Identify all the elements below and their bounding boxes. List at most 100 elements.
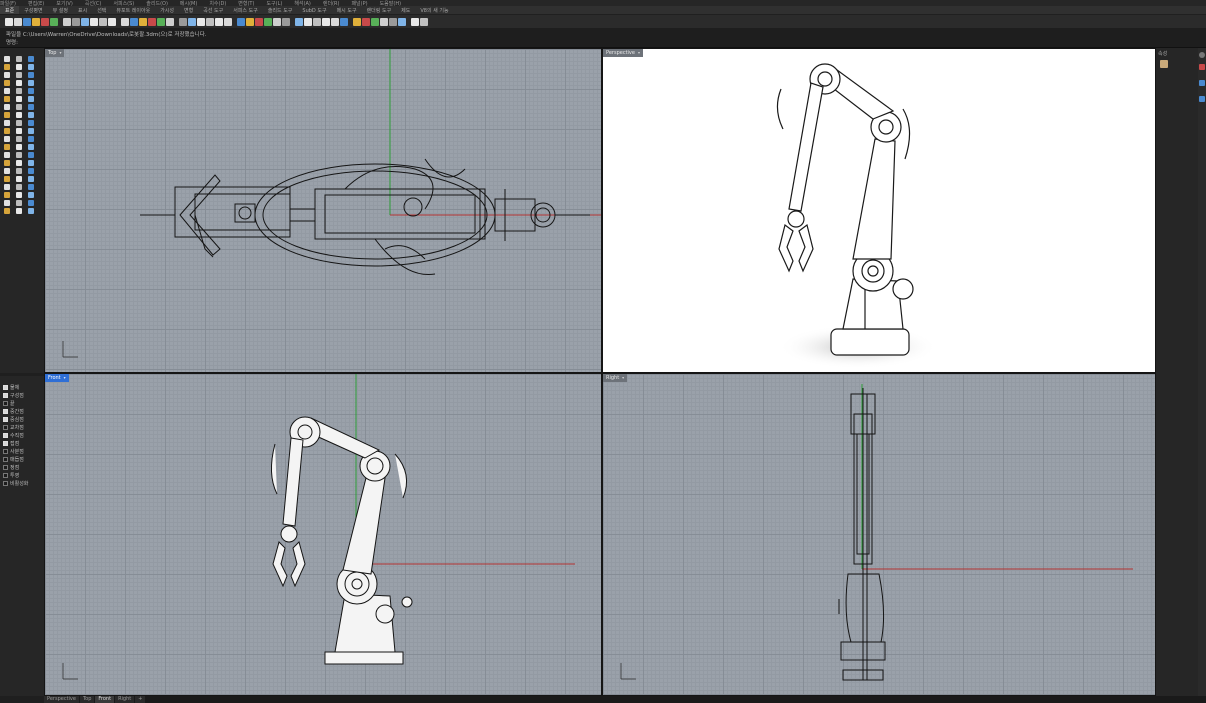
tool-icon[interactable] [4,80,10,86]
toolbar-tab[interactable]: 서피스 도구 [228,6,263,14]
tool-icon[interactable] [16,120,22,126]
toolbar-icon[interactable] [188,17,196,26]
tool-icon[interactable] [28,104,34,110]
toolbar-tab[interactable]: 제도 [396,6,415,14]
tool-icon[interactable] [16,96,22,102]
toolbar-icon[interactable] [273,17,281,26]
tool-icon[interactable] [28,200,34,206]
toolbar-tab[interactable]: 선택 [92,6,111,14]
toolbar-tab[interactable]: 솔리드 도구 [263,6,298,14]
checkbox[interactable] [3,433,8,438]
viewport-top[interactable]: Top ▾ [44,48,602,373]
toolbar-icon[interactable] [32,17,40,26]
tool-icon[interactable] [4,128,10,134]
toolbar-icon[interactable] [255,17,263,26]
toolbar-icon[interactable] [215,17,223,26]
tool-icon[interactable] [16,144,22,150]
help-icon[interactable] [1199,96,1205,102]
toolbar-icon[interactable] [148,17,156,26]
toolbar-icon[interactable] [81,17,89,26]
checkbox[interactable] [3,481,8,486]
tool-icon[interactable] [16,200,22,206]
tool-icon[interactable] [28,208,34,214]
toolbar-icon[interactable] [411,17,419,26]
toolbar-icon[interactable] [246,17,254,26]
toolbar-tab[interactable]: 변형 [179,6,198,14]
tool-icon[interactable] [16,168,22,174]
toolbar-tab[interactable]: 구성평면 [19,6,47,14]
checkbox[interactable] [3,409,8,414]
tool-icon[interactable] [4,64,10,70]
tool-icon[interactable] [28,168,34,174]
tool-icon[interactable] [28,80,34,86]
toolbar-icon[interactable] [420,17,428,26]
toolbar-tab[interactable]: 곡선 도구 [198,6,228,14]
osnap-item[interactable]: 수직점 [3,432,24,439]
osnap-item[interactable]: 정점 [3,464,19,471]
tool-icon[interactable] [16,80,22,86]
tool-icon[interactable] [28,144,34,150]
toolbar-icon[interactable] [50,17,58,26]
toolbar-icon[interactable] [340,17,348,26]
tool-icon[interactable] [4,152,10,158]
tool-icon[interactable] [16,88,22,94]
toolbar-icon[interactable] [304,17,312,26]
toolbar-icon[interactable] [197,17,205,26]
tool-icon[interactable] [4,112,10,118]
tool-icon[interactable] [28,152,34,158]
toolbar-icon[interactable] [322,17,330,26]
tool-icon[interactable] [4,120,10,126]
viewport-tab[interactable]: Perspective [44,696,79,703]
toolbar-tab[interactable]: 표시 [73,6,92,14]
display-icon[interactable] [1199,80,1205,86]
tool-icon[interactable] [16,160,22,166]
toolbar-tab[interactable]: 메시 도구 [332,6,362,14]
tool-icon[interactable] [4,144,10,150]
viewport-tab-top[interactable]: Top ▾ [45,49,65,57]
material-icon[interactable] [1160,60,1168,68]
tool-icon[interactable] [4,136,10,142]
add-tab-icon[interactable]: + [135,696,146,703]
toolbar-icon[interactable] [331,17,339,26]
tool-icon[interactable] [4,184,10,190]
toolbar-tab[interactable]: SubD 도구 [297,6,331,14]
checkbox[interactable] [3,473,8,478]
toolbar-icon[interactable] [139,17,147,26]
tool-icon[interactable] [28,184,34,190]
toolbar-icon[interactable] [389,17,397,26]
tool-icon[interactable] [4,160,10,166]
tool-icon[interactable] [16,192,22,198]
tool-icon[interactable] [4,104,10,110]
osnap-item[interactable]: 접점 [3,440,19,447]
tool-icon[interactable] [4,72,10,78]
toolbar-tab[interactable]: 표준 [0,6,20,14]
viewport-tab[interactable]: Front [95,696,115,703]
tool-icon[interactable] [4,200,10,206]
viewport-tab-perspective[interactable]: Perspective ▾ [603,49,643,57]
toolbar-icon[interactable] [313,17,321,26]
tool-icon[interactable] [16,184,22,190]
viewport-tab-right[interactable]: Right ▾ [603,374,628,382]
toolbar-icon[interactable] [41,17,49,26]
toolbar-icon[interactable] [206,17,214,26]
chevron-down-icon[interactable]: ▾ [64,374,66,382]
tool-icon[interactable] [4,96,10,102]
gear-icon[interactable] [1199,52,1205,58]
osnap-item[interactable]: 투영 [3,472,19,479]
tool-icon[interactable] [28,64,34,70]
checkbox[interactable] [3,457,8,462]
tool-icon[interactable] [28,136,34,142]
osnap-item[interactable]: 매듭점 [3,456,24,463]
checkbox[interactable] [3,393,8,398]
viewport-front[interactable]: Front ▾ [44,373,602,696]
chevron-down-icon[interactable]: ▾ [622,374,624,382]
checkbox[interactable] [3,465,8,470]
toolbar-icon[interactable] [224,17,232,26]
tool-icon[interactable] [16,152,22,158]
tool-icon[interactable] [4,56,10,62]
toolbar-icon[interactable] [353,17,361,26]
toolbar-icon[interactable] [90,17,98,26]
tool-icon[interactable] [16,64,22,70]
tool-icon[interactable] [4,88,10,94]
toolbar-tab[interactable]: V8의 새 기능 [415,6,453,14]
